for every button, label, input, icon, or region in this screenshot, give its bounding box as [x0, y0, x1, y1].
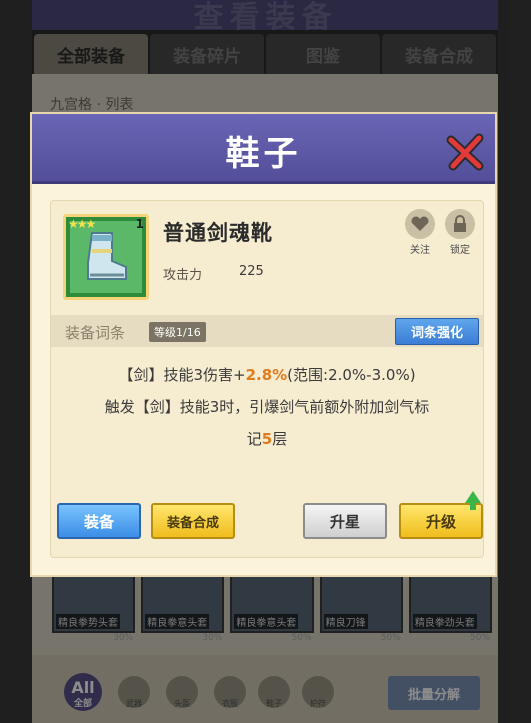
lock-icon — [445, 209, 475, 239]
follow-button[interactable]: 关注 — [403, 209, 437, 256]
affix-enhance-button[interactable]: 词条强化 — [395, 318, 479, 345]
combine-button[interactable]: 装备合成 — [151, 503, 235, 539]
item-count: 1 — [135, 217, 144, 231]
affix-bar: 装备词条 等级1/16 词条强化 — [51, 315, 483, 347]
star-rating: ★★★ — [68, 217, 96, 231]
follow-label: 关注 — [410, 245, 430, 256]
item-portrait: ★★★ 1 — [63, 214, 149, 300]
modal-header: 鞋子 — [32, 114, 495, 184]
affix-label: 装备词条 — [65, 324, 126, 342]
attack-value: 225 — [239, 264, 264, 279]
equip-button[interactable]: 装备 — [57, 503, 141, 539]
item-detail-content: ★★★ 1 普通剑魂靴 攻击力 225 关注 锁定 装备词条 等级1/16 词条… — [50, 200, 484, 558]
lock-button[interactable]: 锁定 — [443, 209, 477, 256]
lock-label: 锁定 — [450, 245, 470, 256]
item-detail-modal: 鞋子 ★★★ 1 普通剑魂靴 攻击力 225 关注 锁定 装备词条 等级1/16… — [30, 112, 497, 577]
effect-description: 【剑】技能3伤害+2.8%(范围:2.0%-3.0%) 触发【剑】技能3时，引爆… — [51, 359, 483, 455]
effect-line-2: 触发【剑】技能3时，引爆剑气前额外附加剑气标 — [104, 398, 430, 416]
level-badge: 等级1/16 — [149, 322, 206, 342]
boot-icon — [87, 232, 127, 280]
close-icon[interactable] — [445, 132, 485, 172]
effect-highlight-value: 2.8% — [245, 366, 288, 384]
star-up-button[interactable]: 升星 — [303, 503, 387, 539]
effect-line-1: 【剑】技能3伤害+2.8%(范围:2.0%-3.0%) — [118, 366, 416, 384]
effect-highlight-count: 5 — [261, 430, 273, 448]
modal-title: 鞋子 — [225, 134, 302, 174]
attack-label: 攻击力 — [163, 268, 203, 283]
heart-icon — [405, 209, 435, 239]
item-name: 普通剑魂靴 — [163, 221, 273, 245]
effect-line-3: 记5层 — [246, 430, 288, 448]
